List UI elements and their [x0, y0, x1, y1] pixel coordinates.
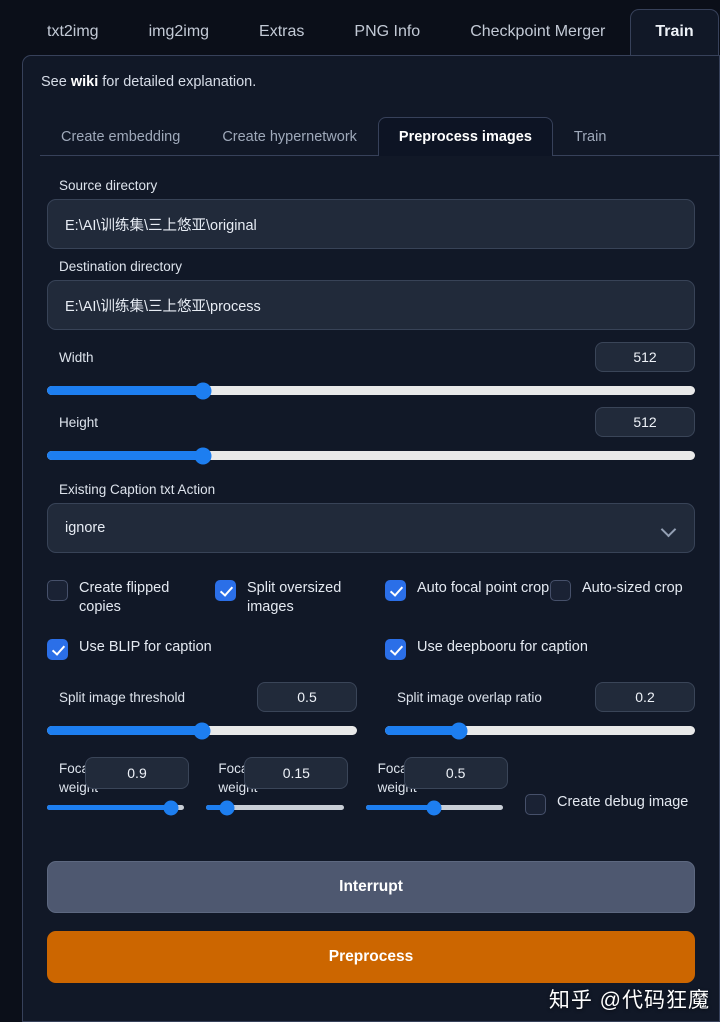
source-directory-input[interactable]: E:\AI\训练集\三上悠亚\original [47, 199, 695, 249]
split-overlap-slider-fill [385, 726, 460, 736]
focal-face-weight-slider[interactable] [47, 800, 185, 816]
subtab-train[interactable]: Train [553, 117, 628, 156]
checkbox-label: Auto focal point crop [417, 580, 550, 596]
focal-entropy-weight-slider-thumb[interactable] [219, 800, 235, 816]
caption-action-label: Existing Caption txt Action [59, 482, 216, 497]
tab-train[interactable]: Train [630, 9, 719, 55]
focal-edges-weight-value-input[interactable]: 0.5 [403, 757, 508, 790]
checkbox-split-oversized-images[interactable]: Split oversized images [215, 579, 385, 616]
checkbox-use-deepbooru-for-caption[interactable]: Use deepbooru for caption [385, 638, 588, 661]
checkbox-label: Use BLIP for caption [79, 639, 212, 656]
split-threshold-slider[interactable] [47, 722, 357, 740]
height-slider[interactable] [47, 447, 695, 464]
preprocess-form: Source directory E:\AI\训练集\三上悠亚\original… [23, 156, 719, 984]
chevron-down-icon [662, 524, 676, 533]
split-overlap-slider[interactable] [385, 722, 695, 740]
height-value-input[interactable]: 512 [595, 407, 695, 437]
preprocess-button[interactable]: Preprocess [47, 931, 695, 984]
checkbox-label: Auto-sized crop [582, 580, 683, 596]
checkbox-create-debug-image[interactable]: Create debug image [524, 759, 695, 816]
focal-edges-weight-slider-thumb[interactable] [426, 800, 442, 816]
source-directory-label: Source directory [59, 178, 158, 193]
focal-face-weight-group: Focal point face weight 0.9 [47, 757, 189, 821]
height-label: Height [59, 414, 99, 430]
checkbox-label: Create debug image [556, 794, 689, 811]
tab-checkpoint-merger[interactable]: Checkpoint Merger [445, 9, 630, 55]
subtab-create-hypernetwork[interactable]: Create hypernetwork [201, 117, 378, 156]
checkbox-row-caption: Use BLIP for caption Use deepbooru for c… [47, 638, 695, 661]
top-tab-bar: txt2img img2img Extras PNG Info Checkpoi… [0, 0, 720, 55]
tab-extras[interactable]: Extras [234, 9, 329, 55]
tab-txt2img[interactable]: txt2img [22, 9, 124, 55]
height-slider-row: Height 512 [47, 407, 695, 464]
caption-action-value: ignore [65, 520, 106, 536]
checkbox-box[interactable] [47, 580, 68, 601]
checkbox-box[interactable] [524, 794, 546, 816]
sub-tab-bar: Create embedding Create hypernetwork Pre… [40, 114, 719, 156]
checkbox-box[interactable] [385, 639, 406, 661]
split-slider-row: Split image threshold 0.5 Split image ov… [47, 682, 695, 740]
focal-face-weight-slider-thumb[interactable] [163, 800, 179, 816]
checkbox-box[interactable] [385, 580, 406, 601]
interrupt-button[interactable]: Interrupt [47, 861, 695, 914]
notice-prefix: See [41, 74, 71, 90]
focal-edges-weight-slider-fill [365, 805, 435, 811]
destination-directory-input[interactable]: E:\AI\训练集\三上悠亚\process [47, 280, 695, 330]
width-value-input[interactable]: 512 [595, 342, 695, 372]
checkbox-create-flipped-copies[interactable]: Create flipped copies [47, 579, 215, 616]
wiki-notice: See wiki for detailed explanation. [23, 56, 719, 90]
focal-entropy-weight-value-input[interactable]: 0.15 [244, 757, 349, 790]
split-threshold-label: Split image threshold [59, 689, 186, 705]
tab-img2img[interactable]: img2img [124, 9, 234, 55]
split-overlap-group: Split image overlap ratio 0.2 [385, 682, 695, 740]
split-threshold-value-input[interactable]: 0.5 [257, 682, 357, 713]
width-slider-fill [47, 386, 203, 395]
train-panel: See wiki for detailed explanation. Creat… [22, 55, 720, 1022]
split-threshold-group: Split image threshold 0.5 [47, 682, 357, 740]
checkbox-box[interactable] [215, 580, 236, 601]
destination-directory-label: Destination directory [59, 259, 183, 274]
width-label: Width [59, 349, 94, 365]
width-slider[interactable] [47, 382, 695, 399]
checkbox-label: Use deepbooru for caption [417, 639, 588, 656]
width-slider-row: Width 512 [47, 342, 695, 399]
subtab-create-embedding[interactable]: Create embedding [40, 117, 201, 156]
tab-png-info[interactable]: PNG Info [329, 9, 445, 55]
split-overlap-label: Split image overlap ratio [397, 689, 542, 705]
notice-suffix: for detailed explanation. [98, 74, 257, 90]
split-overlap-slider-thumb[interactable] [450, 722, 468, 740]
checkbox-label: Create flipped copies [79, 580, 170, 615]
focal-weights-row: Focal point face weight 0.9 Focal point … [47, 757, 695, 821]
wiki-link[interactable]: wiki [71, 74, 98, 90]
checkbox-use-blip-for-caption[interactable]: Use BLIP for caption [47, 638, 385, 661]
focal-entropy-weight-slider[interactable] [206, 800, 344, 816]
width-slider-thumb[interactable] [194, 382, 212, 399]
checkbox-row-crop: Create flipped copies Split oversized im… [47, 579, 695, 616]
checkbox-box[interactable] [47, 639, 68, 661]
checkbox-label: Split oversized images [247, 580, 342, 615]
focal-edges-weight-group: Focal point edges weight 0.5 [365, 757, 508, 821]
checkbox-auto-sized-crop[interactable]: Auto-sized crop [550, 579, 683, 616]
height-slider-fill [47, 451, 203, 460]
split-overlap-value-input[interactable]: 0.2 [595, 682, 695, 713]
height-slider-thumb[interactable] [194, 447, 212, 464]
checkbox-box[interactable] [550, 580, 571, 601]
split-threshold-slider-thumb[interactable] [193, 722, 211, 740]
app-root: txt2img img2img Extras PNG Info Checkpoi… [0, 0, 720, 1022]
focal-edges-weight-slider[interactable] [365, 800, 503, 816]
focal-face-weight-slider-fill [47, 805, 171, 811]
focal-face-weight-value-input[interactable]: 0.9 [85, 757, 189, 790]
split-threshold-slider-fill [47, 726, 202, 736]
subtab-preprocess-images[interactable]: Preprocess images [377, 117, 553, 156]
caption-action-select[interactable]: ignore [47, 503, 695, 553]
checkbox-auto-focal-point-crop[interactable]: Auto focal point crop [385, 579, 550, 616]
focal-entropy-weight-group: Focal point entropy weight 0.15 [206, 757, 349, 821]
